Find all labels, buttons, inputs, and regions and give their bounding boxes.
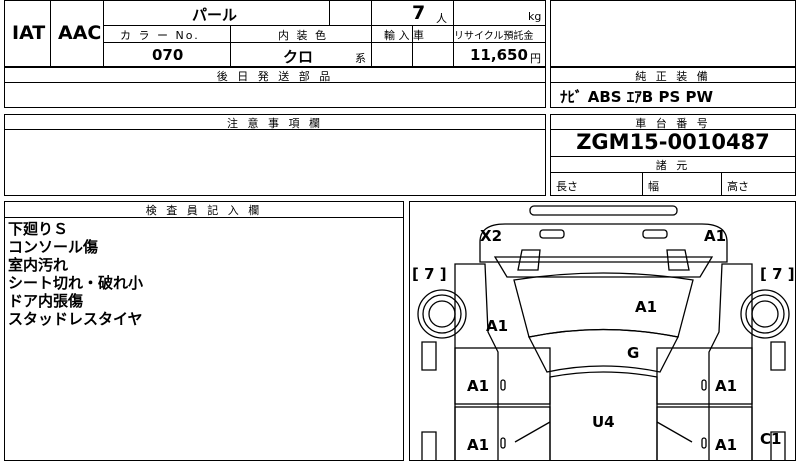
interior-label: 内 装 色 (278, 29, 328, 42)
spec-height: 高さ (727, 180, 749, 193)
notes-label: 注 意 事 項 欄 (227, 117, 323, 130)
interior-suffix: 系 (355, 52, 366, 65)
remark-item: スタッドレスタイヤ (8, 310, 143, 328)
model-code: AAC (58, 22, 102, 44)
capacity-unit: 人 (436, 12, 447, 25)
recycle-unit: 円 (530, 52, 541, 65)
remark-item: 室内汚れ (8, 256, 69, 274)
equipment-label: 純 正 装 備 (635, 70, 711, 83)
car-diagram: X2 A1 [ 7 ] [ 7 ] A1 A1 G A1 A1 U4 A1 A1… (409, 201, 796, 461)
import-label: 輸 入 車 (384, 29, 424, 42)
mark-left-front-door: A1 (467, 377, 490, 395)
remark-item: 下廻りＳ (8, 220, 69, 238)
capacity: 7 (412, 2, 426, 24)
grade-code: IAT (12, 22, 46, 44)
equipment-items: ﾅﾋﾞ ABS ｴｱB PS PW (560, 88, 714, 106)
spec-width: 幅 (648, 180, 659, 193)
chassis-label: 車 台 番 号 (635, 117, 711, 130)
mark-windshield: G (627, 344, 640, 362)
remark-list: 下廻りＳ コンソール傷 室内汚れ シート切れ・破れ小 ドア内張傷 スタッドレスタ… (8, 220, 143, 328)
mark-right-quarter: C1 (760, 430, 782, 448)
mark-left-rear-door: A1 (467, 436, 490, 454)
mark-front-left: X2 (480, 227, 503, 245)
mark-right-front-door: A1 (715, 377, 738, 395)
chassis-number: ZGM15-0010487 (576, 130, 770, 154)
weight-unit: kg (528, 10, 542, 23)
recycle-label: リサイクル預託金 (454, 31, 534, 42)
spec-length: 長さ (556, 180, 578, 193)
mark-hood: A1 (635, 298, 658, 316)
mark-left-fender: A1 (486, 317, 509, 335)
color-no-label: カ ラ ー No. (120, 29, 200, 42)
recycle-amount: 11,650 (470, 46, 528, 64)
inspector-label: 検 査 員 記 入 欄 (145, 204, 263, 217)
remark-item: コンソール傷 (8, 238, 99, 256)
tire-count-left: [ 7 ] (412, 265, 447, 283)
specs-label: 諸 元 (655, 159, 691, 172)
mark-roof: U4 (592, 413, 615, 431)
parts-section-label: 後 日 発 送 部 品 (216, 70, 334, 83)
remark-item: ドア内張傷 (8, 292, 84, 310)
remark-item: シート切れ・破れ小 (8, 274, 144, 292)
color-name: パール (192, 6, 238, 24)
color-no: 070 (152, 46, 184, 64)
top-right-blank (550, 0, 796, 67)
tire-count-right: [ 7 ] (760, 265, 795, 283)
mark-right-rear-door: A1 (715, 436, 738, 454)
interior-color: クロ (283, 48, 314, 66)
mark-front-right: A1 (704, 227, 727, 245)
